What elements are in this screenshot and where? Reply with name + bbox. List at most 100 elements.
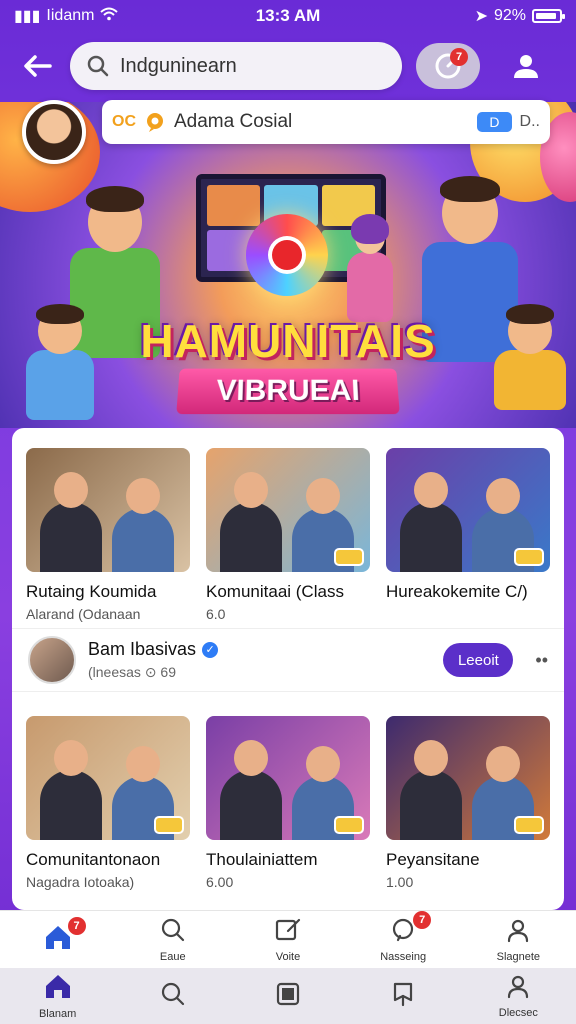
person-head — [414, 472, 448, 508]
tab-label: Blanam — [38, 1008, 77, 1020]
tab-home[interactable]: Blanam — [8, 972, 108, 1020]
tab-bar-system: Blanam Dlecsec — [0, 968, 576, 1024]
community-tile[interactable]: Peyansitane 1.00 — [386, 716, 550, 890]
notification-badge: 7 — [450, 48, 468, 66]
tab-edit[interactable]: Voite — [238, 917, 338, 963]
battery-fill — [536, 13, 557, 19]
user-icon — [514, 55, 538, 78]
tile-subtitle: Nagadra Iotoaka) — [26, 874, 135, 890]
person-head — [54, 472, 88, 508]
user-icon — [505, 973, 531, 1004]
community-tile[interactable]: Rutaing Koumida Alarand (Odanaan — [26, 448, 190, 622]
person-head — [126, 746, 160, 782]
person-head — [234, 472, 268, 508]
media-badge-icon — [514, 548, 544, 566]
tile-title: Rutaing Koumida — [26, 582, 157, 601]
person-head — [126, 478, 160, 514]
community-thumbnail[interactable] — [206, 448, 370, 572]
search-box[interactable] — [70, 42, 402, 90]
tab-home[interactable]: 7 — [8, 917, 108, 956]
tab-label: Nasseing — [380, 950, 427, 963]
battery-icon — [532, 9, 565, 23]
square-icon — [275, 981, 301, 1012]
location-icon: ➤ — [474, 8, 488, 25]
verified-icon: ✓ — [202, 641, 219, 658]
banner-subtitle-plate: VIBRUEAI — [176, 368, 400, 415]
community-thumbnail[interactable] — [206, 716, 370, 840]
tile-subtitle: 6.00 — [206, 874, 234, 890]
tab-label: Voite — [275, 950, 301, 963]
community-logo-icon — [246, 214, 328, 296]
tile-title: Hureakokemite C/) — [386, 582, 528, 601]
profile-more-button[interactable]: D.. — [520, 113, 540, 131]
tile-subtitle: 6.0 — [206, 606, 226, 622]
bookmark-icon — [390, 981, 416, 1012]
media-badge-icon — [334, 548, 364, 566]
tab-search[interactable] — [123, 981, 223, 1012]
tab-label: Dlecsec — [498, 1007, 538, 1019]
tile-title: Komunitaai (Class — [206, 582, 344, 601]
search-icon — [160, 981, 186, 1012]
tile-subtitle: 1.00 — [386, 874, 414, 890]
media-badge-icon — [334, 816, 364, 834]
profile-prefix: OC — [112, 113, 136, 130]
profile-name: Adama Cosial — [174, 111, 293, 132]
tab-square[interactable] — [238, 981, 338, 1012]
community-thumbnail[interactable] — [26, 716, 190, 840]
person-head — [306, 478, 340, 514]
back-button[interactable] — [20, 48, 56, 84]
person-head — [306, 746, 340, 782]
person-figure — [112, 508, 174, 572]
home-icon — [43, 972, 73, 1005]
more-icon[interactable]: •• — [535, 650, 548, 671]
person-figure — [40, 770, 102, 840]
community-tile[interactable]: Comunitantonaon Nagadra Iotoaka) — [26, 716, 190, 890]
person-figure — [40, 502, 102, 572]
person-figure — [220, 502, 282, 572]
profile-card[interactable]: OC Adama Cosial D D.. — [102, 100, 550, 144]
follow-button[interactable]: Leeoit — [443, 643, 514, 677]
banner-subtitle: VIBRUEAI — [215, 374, 361, 408]
community-tile[interactable]: Hureakokemite C/) — [386, 448, 550, 622]
tab-user[interactable]: Slagnete — [468, 917, 568, 963]
user-info: Bam Ibasivas ✓ (lneesas ⊙ 69 — [88, 639, 431, 681]
media-badge-icon — [514, 816, 544, 834]
notification-button[interactable]: 7 — [416, 43, 480, 89]
person-head — [234, 740, 268, 776]
tile-title: Comunitantonaon — [26, 850, 161, 869]
tab-message[interactable]: 7 Nasseing — [353, 910, 453, 963]
user-avatar[interactable] — [28, 636, 76, 684]
user-name: Bam Ibasivas — [88, 639, 197, 659]
profile-button[interactable] — [506, 46, 546, 86]
carrier-label: Iidanm — [46, 7, 95, 24]
tile-title: Thoulainiattem — [206, 850, 318, 869]
profile-pill-button[interactable]: D — [477, 112, 512, 132]
tab-badge: 7 — [413, 910, 432, 929]
tab-label: Eaue — [159, 950, 186, 963]
arrow-left-icon — [24, 55, 52, 77]
community-thumbnail[interactable] — [386, 716, 550, 840]
tab-search[interactable]: Eaue — [123, 917, 223, 963]
person-figure — [220, 770, 282, 840]
status-bar: ▮▮▮ Iidanm 13:3 AM ➤ 92% — [0, 0, 576, 32]
community-thumbnail[interactable] — [26, 448, 190, 572]
tab-label: Slagnete — [496, 950, 541, 963]
person-head — [486, 478, 520, 514]
user-icon — [505, 917, 531, 948]
community-tile[interactable]: Komunitaai (Class 6.0 — [206, 448, 370, 622]
wifi-icon — [100, 7, 119, 26]
tab-user[interactable]: Dlecsec — [468, 973, 568, 1019]
tab-bookmark[interactable] — [353, 981, 453, 1012]
person-figure — [400, 770, 462, 840]
user-row[interactable]: Bam Ibasivas ✓ (lneesas ⊙ 69 Leeoit •• — [12, 628, 564, 692]
hero-banner[interactable]: HAMUNITAIS VIBRUEAI — [0, 102, 576, 428]
profile-avatar[interactable] — [22, 100, 86, 164]
chat-bubble-icon — [147, 113, 163, 132]
top-bar: 7 — [0, 40, 576, 92]
person-figure — [400, 502, 462, 572]
tab-badge: 7 — [67, 917, 86, 935]
tab-bar-primary: 7 Eaue Voite 7 Nasseing Slagnete — [0, 910, 576, 968]
community-thumbnail[interactable] — [386, 448, 550, 572]
search-input[interactable] — [120, 54, 380, 78]
community-tile[interactable]: Thoulainiattem 6.00 — [206, 716, 370, 890]
